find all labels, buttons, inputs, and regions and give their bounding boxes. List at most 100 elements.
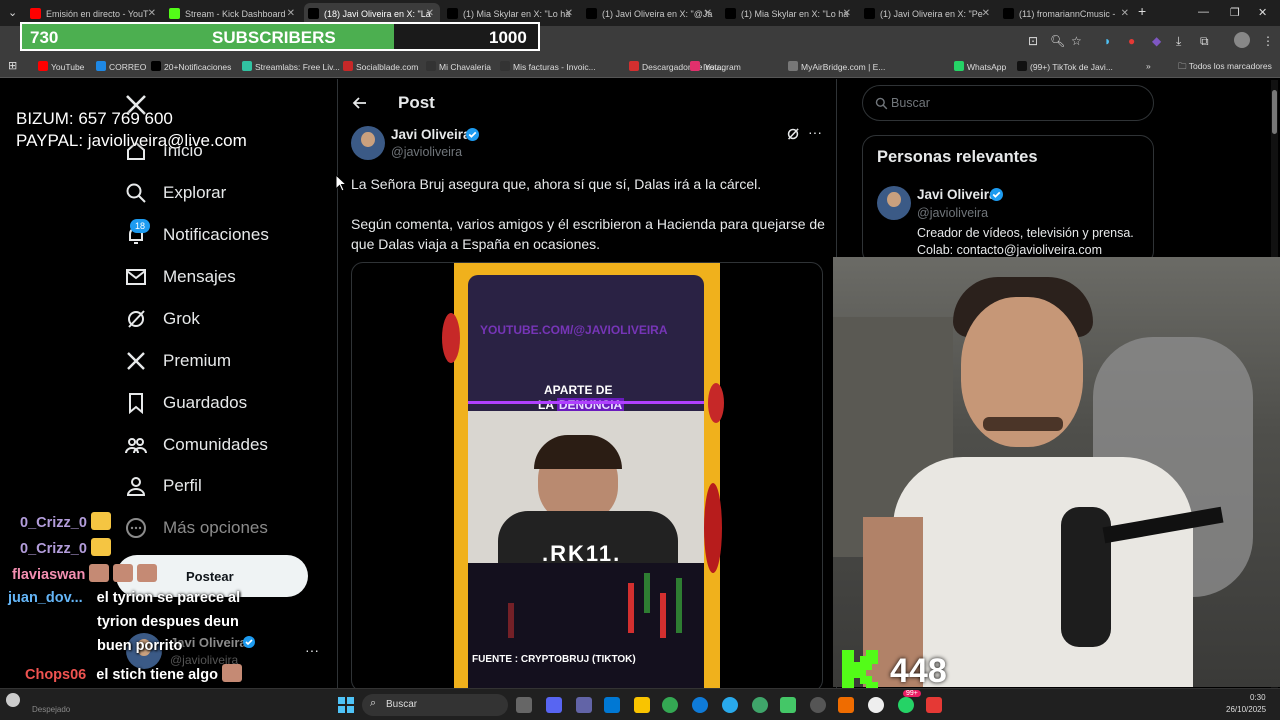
app-icon[interactable] (780, 697, 796, 713)
tab-close-icon[interactable]: ✕ (287, 8, 295, 19)
chili-decoration (704, 483, 722, 573)
app-icon[interactable] (838, 697, 854, 713)
post-more-icon[interactable]: ··· (808, 124, 822, 140)
chili-decoration (442, 313, 460, 363)
chrome-icon[interactable] (662, 697, 678, 713)
grok-icon[interactable] (786, 127, 800, 141)
bookmark-item[interactable]: Socialblade.com (343, 61, 418, 72)
webcam-feed (833, 257, 1280, 687)
tab-close-icon[interactable]: ✕ (704, 8, 712, 19)
teams-icon[interactable] (576, 697, 592, 713)
outlook-icon[interactable] (604, 697, 620, 713)
all-bookmarks[interactable]: 🗀︎ Todos los marcadores (1178, 61, 1272, 75)
whatsapp-icon[interactable] (898, 697, 914, 713)
tab-label: (11) fromariannCmusic - (1019, 9, 1116, 19)
bookmark-item[interactable]: WhatsApp (954, 61, 1006, 72)
taskbar-search-input[interactable]: ⌕ Buscar (362, 694, 508, 716)
author-handle[interactable]: @javioliveira (391, 145, 462, 159)
bookmark-label: Streamlabs: Free Liv... (255, 62, 340, 72)
app-icon[interactable] (868, 697, 884, 713)
new-tab-button[interactable]: + (1138, 3, 1146, 19)
chat-emote-icon (113, 564, 134, 582)
verified-icon (243, 636, 255, 648)
chat-username: juan_dov... (8, 590, 83, 606)
search-input[interactable]: Buscar (862, 85, 1154, 121)
chat-message: 0_Crizz_0 (20, 538, 111, 557)
browser-tab[interactable]: (1) Mia Skylar en X: "Lo ha ✕ (721, 3, 857, 25)
tab-close-icon[interactable]: ✕ (982, 8, 990, 19)
chat-emote-icon (221, 664, 242, 682)
relevant-name[interactable]: Javi Oliveira (917, 187, 997, 202)
candle (628, 583, 634, 633)
apps-icon[interactable]: ⊞ (8, 59, 17, 72)
maximize-icon[interactable]: ❐ (1230, 6, 1240, 19)
author-name[interactable]: Javi Oliveira (391, 127, 471, 142)
bookmark-item[interactable]: 20+Notificaciones (151, 61, 231, 72)
relevant-bio: Creador de vídeos, televisión y prensa. (917, 226, 1134, 240)
tab-close-icon[interactable]: ✕ (1121, 8, 1129, 19)
extension-icon[interactable]: ◆ (1152, 34, 1161, 48)
extension-icon[interactable]: ◗ (1104, 34, 1111, 48)
tab-favicon-icon (586, 8, 597, 19)
clock-date[interactable]: 26/10/2025 (1226, 705, 1266, 714)
bookmark-item[interactable]: YouTube (38, 61, 84, 72)
tab-search-icon[interactable]: ⌄ (8, 6, 17, 19)
bookmark-favicon-icon (426, 61, 436, 71)
bookmark-icon (129, 393, 143, 414)
chat-message: Chops06 el stich tiene algo (25, 664, 242, 683)
chat-message: flaviaswan (12, 564, 158, 583)
x-premium-icon (127, 352, 145, 370)
install-icon[interactable]: ⊡ (1028, 34, 1038, 48)
author-avatar[interactable] (351, 126, 385, 160)
bookmark-item[interactable]: Mis facturas - Invoic... (500, 61, 596, 72)
bookmark-item[interactable]: CORREO (96, 61, 146, 72)
file-explorer-icon[interactable] (634, 697, 650, 713)
tab-close-icon[interactable]: ✕ (426, 8, 434, 19)
tab-close-icon[interactable]: ✕ (565, 8, 573, 19)
post-video[interactable]: YOUTUBE.COM/@JAVIOLIVEIRA APARTE DE LA D… (351, 262, 823, 692)
webcam-person-mustache (983, 417, 1063, 431)
tab-favicon-icon (30, 8, 41, 19)
bookmark-item[interactable]: (99+) TikTok de Javi... (1017, 61, 1113, 72)
kick-logo-icon (842, 650, 878, 690)
profile-avatar[interactable] (1234, 32, 1250, 48)
scrollbar-thumb[interactable] (1272, 90, 1277, 134)
close-window-icon[interactable]: ✕ (1258, 6, 1267, 19)
chili-decoration (708, 383, 724, 423)
tab-close-icon[interactable]: ✕ (843, 8, 851, 19)
minimize-icon[interactable]: — (1198, 6, 1209, 18)
task-view-icon[interactable] (516, 697, 532, 713)
edge-icon[interactable] (692, 697, 708, 713)
download-icon[interactable]: ⤓ (1176, 34, 1181, 49)
browser-tab[interactable]: (1) Javi Oliveira en X: "Pe ✕ (860, 3, 996, 25)
windows-start-icon[interactable] (338, 697, 354, 713)
extension-icon[interactable]: ● (1128, 34, 1135, 48)
tab-label: Stream - Kick Dashboard (185, 9, 286, 19)
discord-icon[interactable] (546, 697, 562, 713)
back-arrow-icon[interactable] (352, 95, 368, 111)
bookmark-item[interactable]: Mi Chavaleria (426, 61, 491, 72)
tab-close-icon[interactable]: ✕ (148, 8, 156, 19)
bookmark-favicon-icon (788, 61, 798, 71)
subscriber-label: SUBSCRIBERS (212, 28, 336, 47)
bookmark-item[interactable]: Instagram (690, 61, 741, 72)
relevant-avatar[interactable] (877, 186, 911, 220)
chat-text: el stich tiene algo (96, 667, 218, 683)
more-bookmarks-icon[interactable]: » (1146, 61, 1151, 71)
browser-tab[interactable]: (1) Javi Oliveira en X: "@Ja ✕ (582, 3, 718, 25)
menu-icon[interactable]: ⋮ (1262, 34, 1274, 48)
weather-icon[interactable] (6, 693, 20, 707)
bookmark-item[interactable]: MyAirBridge.com | E... (788, 61, 885, 72)
bookmark-item[interactable]: Streamlabs: Free Liv... (242, 61, 340, 72)
extensions-puzzle-icon[interactable]: ⧉ (1200, 34, 1209, 49)
account-more-icon[interactable]: ··· (305, 642, 319, 658)
tab-favicon-icon (1003, 8, 1014, 19)
app-icon[interactable] (926, 697, 942, 713)
star-icon[interactable]: ☆ (1071, 34, 1082, 48)
browser-tab[interactable]: (11) fromariannCmusic - ✕ (999, 3, 1135, 25)
obs-icon[interactable] (810, 697, 826, 713)
clock-time[interactable]: 0:30 (1250, 693, 1266, 702)
telegram-icon[interactable] (722, 697, 738, 713)
zoom-icon[interactable]: 🔍︎ (1050, 34, 1065, 48)
app-icon[interactable] (752, 697, 768, 713)
